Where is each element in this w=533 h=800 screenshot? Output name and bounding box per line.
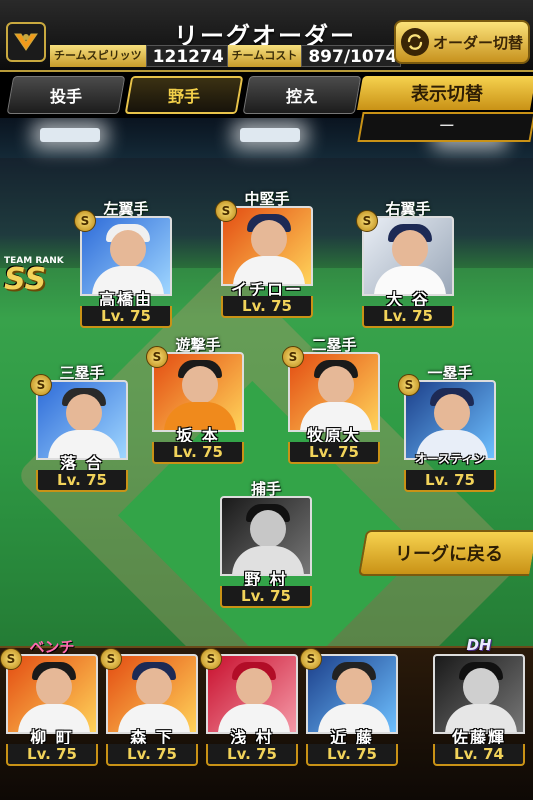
s-rank-badge-icon: S [300,648,322,670]
team-rank-value: SS [4,262,47,297]
player-level: Lv. 75 [306,744,398,766]
bench-card[interactable]: S 森 下 Lv. 75 [100,648,198,766]
player-level: Lv. 75 [152,442,244,464]
bench-card[interactable]: S 近 藤 Lv. 75 [300,648,398,766]
order-switch-label: オーダー切替 [432,33,523,52]
player-portrait [221,206,313,286]
player-card-left-field[interactable]: 左翼手 S 高橋由 Lv. 75 [74,200,172,328]
stadium-light [40,128,100,142]
player-name: 近 藤 [330,728,374,747]
player-portrait [36,380,128,460]
player-name: 大 谷 [386,290,430,309]
player-level: Lv. 75 [221,296,313,318]
player-name: 佐藤輝 [451,728,506,747]
player-portrait [306,654,398,734]
player-portrait [288,352,380,432]
bench-card[interactable]: S 浅 村 Lv. 75 [200,648,298,766]
team-logo-button[interactable] [6,22,46,62]
dh-label: DH [466,636,492,654]
player-level: Lv. 75 [36,470,128,492]
player-level: Lv. 75 [404,470,496,492]
team-logo-icon [14,33,38,51]
view-toggle-panel: 表示切替 － [357,76,533,142]
bench-card[interactable]: ベンチ S 柳 町 Lv. 75 [0,638,98,766]
s-rank-badge-icon: S [398,374,420,396]
player-level: Lv. 74 [433,744,525,766]
s-rank-badge-icon: S [282,346,304,368]
bench-card-dh[interactable]: DH 佐藤輝 Lv. 74 [433,636,525,766]
player-name: 森 下 [130,728,174,747]
player-portrait [206,654,298,734]
team-rank: TEAM RANK SS [4,256,64,297]
player-card-second-base[interactable]: 二塁手 S 牧原大 Lv. 75 [282,336,380,464]
player-level: Lv. 75 [288,442,380,464]
back-to-league-label: リーグに戻る [394,544,503,565]
team-cost-label: チームコスト [227,45,302,67]
player-level: Lv. 75 [6,744,98,766]
player-card-catcher[interactable]: 捕手 野 村 Lv. 75 [220,480,312,608]
player-name: 牧原大 [306,426,361,445]
s-rank-badge-icon: S [356,210,378,232]
team-cost-value: 897/1074 [301,45,402,67]
team-spirits-label: チームスピリッツ [50,45,146,67]
player-level: Lv. 75 [362,306,454,328]
tab-reserves[interactable]: 控え [242,76,362,114]
s-rank-badge-icon: S [215,200,237,222]
view-toggle-value: － [357,112,533,142]
s-rank-badge-icon: S [100,648,122,670]
player-level: Lv. 75 [206,744,298,766]
header-bar: リーグオーダー チームスピリッツ 121274 チームコスト 897/1074 … [0,0,533,72]
player-portrait [362,216,454,296]
player-name: オースティン [414,452,486,466]
player-portrait [152,352,244,432]
player-card-shortstop[interactable]: 遊撃手 S 坂 本 Lv. 75 [146,336,244,464]
swap-icon [400,28,429,56]
s-rank-badge-icon: S [0,648,22,670]
player-portrait [220,496,312,576]
player-name: 野 村 [244,570,288,589]
player-portrait [433,654,525,734]
view-toggle-label: 表示切替 [410,84,483,105]
player-level: Lv. 75 [80,306,172,328]
s-rank-badge-icon: S [200,648,222,670]
player-name: イチロー [230,280,303,299]
player-portrait [404,380,496,460]
player-name: 浅 村 [230,728,274,747]
player-card-center-field[interactable]: 中堅手 S イチロー Lv. 75 [215,190,313,318]
player-portrait [80,216,172,296]
tab-label: 野手 [167,87,200,106]
player-level: Lv. 75 [106,744,198,766]
player-name: 高橋由 [98,290,153,309]
tab-pitchers[interactable]: 投手 [6,76,126,114]
order-switch-button[interactable]: オーダー切替 [394,20,530,64]
s-rank-badge-icon: S [146,346,168,368]
player-name: 落 合 [60,454,104,473]
player-card-first-base[interactable]: 一塁手 S オースティン Lv. 75 [398,364,496,492]
position-tabs: 投手 野手 控え [6,76,362,114]
tab-fielders[interactable]: 野手 [124,76,244,114]
team-stats: チームスピリッツ 121274 チームコスト 897/1074 [50,44,402,68]
player-card-third-base[interactable]: 三塁手 S 落 合 Lv. 75 [30,364,128,492]
s-rank-badge-icon: S [74,210,96,232]
player-portrait [6,654,98,734]
stadium-light [240,128,300,142]
player-name: 柳 町 [30,728,74,747]
tab-label: 控え [285,87,318,106]
team-spirits-value: 121274 [145,45,228,67]
player-card-right-field[interactable]: 右翼手 S 大 谷 Lv. 75 [356,200,454,328]
s-rank-badge-icon: S [30,374,52,396]
player-portrait [106,654,198,734]
player-name: 坂 本 [176,426,220,445]
back-to-league-button[interactable]: リーグに戻る [357,530,533,576]
view-toggle-button[interactable]: 表示切替 [357,76,533,110]
player-level: Lv. 75 [220,586,312,608]
tab-label: 投手 [49,87,82,106]
